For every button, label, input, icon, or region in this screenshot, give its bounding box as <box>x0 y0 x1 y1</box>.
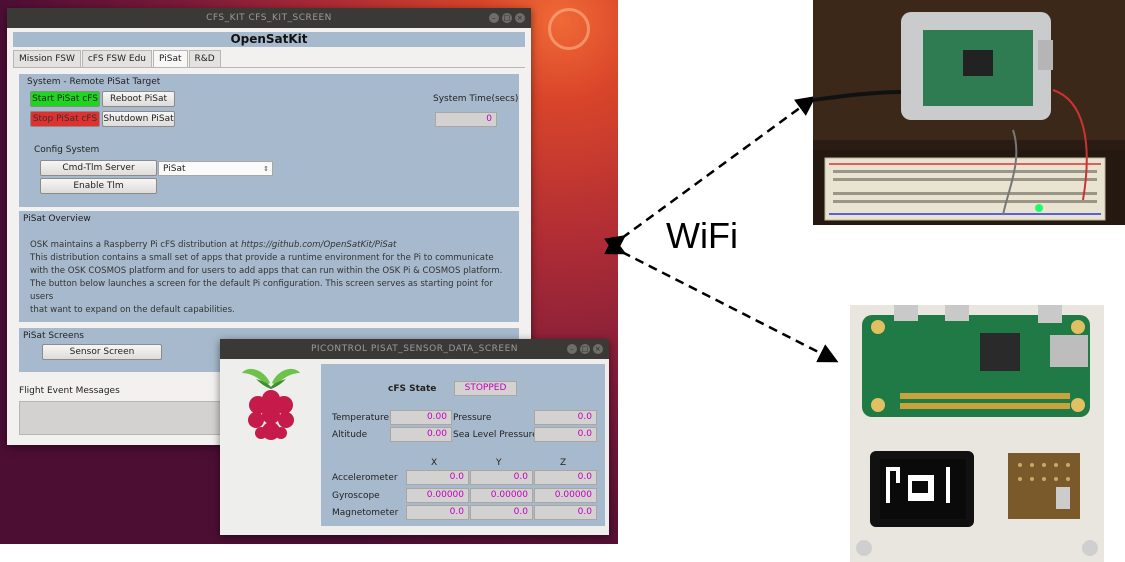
raspberry-pi-3-photo <box>813 0 1125 225</box>
wifi-label: WiFi <box>666 215 738 256</box>
arrow-to-pizero <box>604 236 839 363</box>
pi-zero-pisat-photo <box>850 305 1104 562</box>
